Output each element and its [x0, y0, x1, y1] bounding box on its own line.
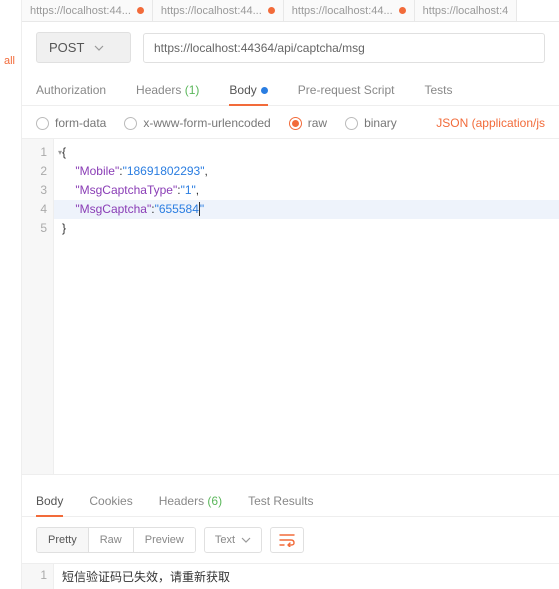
radio-icon: [124, 117, 137, 130]
modified-dot-icon: [399, 7, 406, 14]
response-body-viewer[interactable]: 1 短信验证码已失效，请重新获取: [22, 564, 559, 589]
view-preview-button[interactable]: Preview: [134, 528, 195, 552]
tab-tests[interactable]: Tests: [424, 77, 452, 105]
tab-label: https://localhost:44...: [161, 5, 262, 17]
request-tab[interactable]: https://localhost:4: [415, 0, 518, 21]
view-raw-button[interactable]: Raw: [89, 528, 134, 552]
tab-label: https://localhost:44...: [30, 5, 131, 17]
view-pretty-button[interactable]: Pretty: [37, 528, 89, 552]
request-tab[interactable]: https://localhost:44...: [153, 0, 284, 21]
method-label: POST: [49, 40, 84, 55]
tab-authorization[interactable]: Authorization: [36, 77, 106, 105]
response-gutter: 1: [22, 564, 54, 589]
method-select[interactable]: POST: [36, 32, 131, 63]
request-tab[interactable]: https://localhost:44...: [22, 0, 153, 21]
response-tab-testresults[interactable]: Test Results: [248, 488, 313, 516]
radio-binary[interactable]: binary: [345, 116, 397, 130]
editor-code[interactable]: { "Mobile":"18691802293", "MsgCaptchaTyp…: [54, 139, 559, 474]
chevron-down-icon: [241, 535, 251, 545]
url-input[interactable]: https://localhost:44364/api/captcha/msg: [143, 33, 545, 63]
headers-count: (6): [207, 494, 222, 508]
tab-label: https://localhost:4: [423, 5, 509, 17]
format-select[interactable]: Text: [204, 527, 262, 553]
editor-gutter: 1 2 3 4 5: [22, 139, 54, 474]
tab-prerequest[interactable]: Pre-request Script: [298, 77, 395, 105]
view-mode-group: Pretty Raw Preview: [36, 527, 196, 553]
tab-headers[interactable]: Headers (1): [136, 77, 199, 105]
request-tab[interactable]: https://localhost:44...: [284, 0, 415, 21]
content-type-select[interactable]: JSON (application/js: [436, 116, 545, 130]
response-tab-headers[interactable]: Headers (6): [159, 488, 222, 516]
request-body-editor[interactable]: 1 2 3 4 5 { "Mobile":"18691802293", "Msg…: [22, 139, 559, 474]
radio-raw[interactable]: raw: [289, 116, 327, 130]
response-tab-cookies[interactable]: Cookies: [89, 488, 132, 516]
sidebar-all-label[interactable]: all: [4, 55, 15, 67]
wrap-toggle-button[interactable]: [270, 527, 304, 553]
radio-urlencoded[interactable]: x-www-form-urlencoded: [124, 116, 270, 130]
modified-dot-icon: [137, 7, 144, 14]
modified-dot-icon: [268, 7, 275, 14]
request-tabbar: https://localhost:44... https://localhos…: [22, 0, 559, 22]
wrap-icon: [279, 533, 295, 547]
response-text: 短信验证码已失效，请重新获取: [54, 564, 559, 589]
radio-icon: [36, 117, 49, 130]
radio-icon: [345, 117, 358, 130]
chevron-down-icon: [94, 43, 104, 53]
radio-icon: [289, 117, 302, 130]
radio-form-data[interactable]: form-data: [36, 116, 106, 130]
headers-count: (1): [185, 83, 200, 97]
tab-label: https://localhost:44...: [292, 5, 393, 17]
body-modified-dot-icon: [261, 87, 268, 94]
tab-body[interactable]: Body: [229, 77, 267, 105]
response-tab-body[interactable]: Body: [36, 488, 63, 516]
